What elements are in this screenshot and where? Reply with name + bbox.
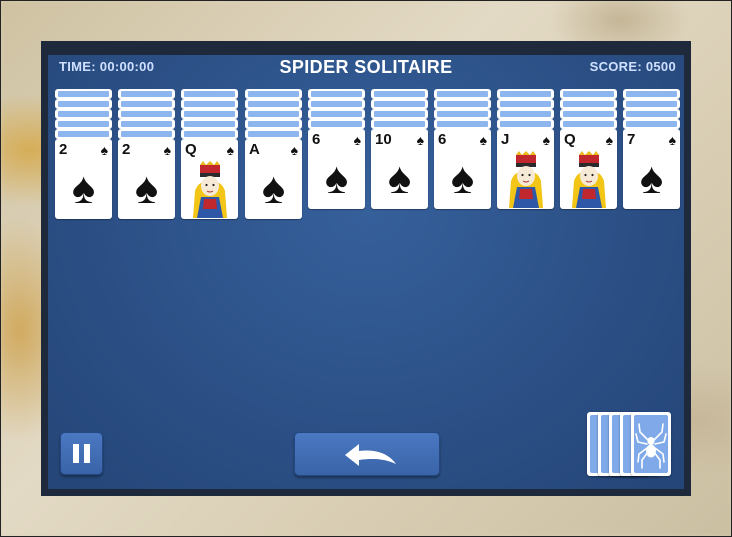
face-down-card [55,119,112,129]
pause-button[interactable] [60,432,103,475]
card-rank: 2 [59,141,68,158]
spider-icon [635,423,667,469]
face-up-card[interactable]: Q ♠ [181,139,238,219]
face-up-card[interactable]: 10 ♠ ♠ [371,129,428,209]
card-rank: 6 [312,131,321,148]
undo-arrow-icon [345,444,396,466]
face-up-card[interactable]: A ♠ ♠ [245,139,302,219]
face-down-card [560,89,617,99]
face-up-card[interactable]: 6 ♠ ♠ [308,129,365,209]
card-rank: 10 [375,131,392,148]
face-up-card[interactable]: J ♠ [497,129,554,209]
spade-pip-icon: ♠ [71,164,96,213]
face-up-card[interactable]: 2 ♠ ♠ [55,139,112,219]
spade-pip-icon: ♠ [261,164,286,213]
face-down-card [623,89,680,99]
spade-pip-icon: ♠ [450,154,475,203]
spade-icon: ♠ [353,132,361,148]
face-down-card [118,99,175,109]
face-down-card [181,99,238,109]
face-down-card [560,109,617,119]
face-down-card [55,89,112,99]
face-down-card [118,109,175,119]
spade-icon: ♠ [100,142,108,158]
face-down-card [308,89,365,99]
card-rank: 2 [122,141,131,158]
face-down-card [497,109,554,119]
face-down-card [497,99,554,109]
face-down-card [118,119,175,129]
spade-icon: ♠ [163,142,171,158]
face-down-card [623,109,680,119]
face-down-card [245,119,302,129]
stock-pile[interactable] [587,412,679,478]
face-down-card [371,119,428,129]
face-down-card [118,89,175,99]
spade-icon: ♠ [605,132,613,148]
face-down-card [434,119,491,129]
game-board: TIME: 00:00:00 SPIDER SOLITAIRE SCORE: 0… [41,41,691,496]
face-down-card [371,89,428,99]
spade-pip-icon: ♠ [134,164,159,213]
spade-icon: ♠ [542,132,550,148]
card-rank: 7 [627,131,636,148]
face-down-card [245,89,302,99]
face-down-card [245,109,302,119]
face-down-card [245,129,302,139]
spade-icon: ♠ [479,132,487,148]
spade-pip-icon: ♠ [639,154,664,203]
face-down-card [118,129,175,139]
face-down-card [181,89,238,99]
face-down-card [55,109,112,119]
face-down-card [55,129,112,139]
face-up-card[interactable]: 6 ♠ ♠ [434,129,491,209]
face-down-card [308,119,365,129]
card-rank: Q [564,131,576,148]
card-rank: Q [185,141,197,158]
pause-icon [73,444,90,463]
court-figure-icon [566,151,612,208]
spade-pip-icon: ♠ [387,154,412,203]
face-down-card [623,119,680,129]
face-down-card [181,109,238,119]
court-figure-icon [503,151,549,208]
face-down-card [560,99,617,109]
face-up-card[interactable]: 2 ♠ ♠ [118,139,175,219]
face-down-card [371,109,428,119]
card-rank: A [249,141,260,158]
card-rank: J [501,131,510,148]
face-down-card [560,119,617,129]
face-down-card [55,99,112,109]
spade-icon: ♠ [416,132,424,148]
face-down-card [497,119,554,129]
face-up-card[interactable]: 7 ♠ ♠ [623,129,680,209]
face-up-card[interactable]: Q ♠ [560,129,617,209]
undo-button[interactable] [294,432,440,476]
face-down-card [497,89,554,99]
spade-pip-icon: ♠ [324,154,349,203]
face-down-card [181,129,238,139]
face-down-card [434,89,491,99]
score-label: SCORE: 0500 [589,59,676,74]
stock-card [631,412,671,476]
spade-icon: ♠ [668,132,676,148]
face-down-card [623,99,680,109]
card-rank: 6 [438,131,447,148]
face-down-card [434,109,491,119]
court-figure-icon [187,161,233,218]
face-down-card [434,99,491,109]
face-down-card [308,99,365,109]
face-down-card [371,99,428,109]
spade-icon: ♠ [226,142,234,158]
face-down-card [308,109,365,119]
face-down-card [181,119,238,129]
face-down-card [245,99,302,109]
spade-icon: ♠ [290,142,298,158]
